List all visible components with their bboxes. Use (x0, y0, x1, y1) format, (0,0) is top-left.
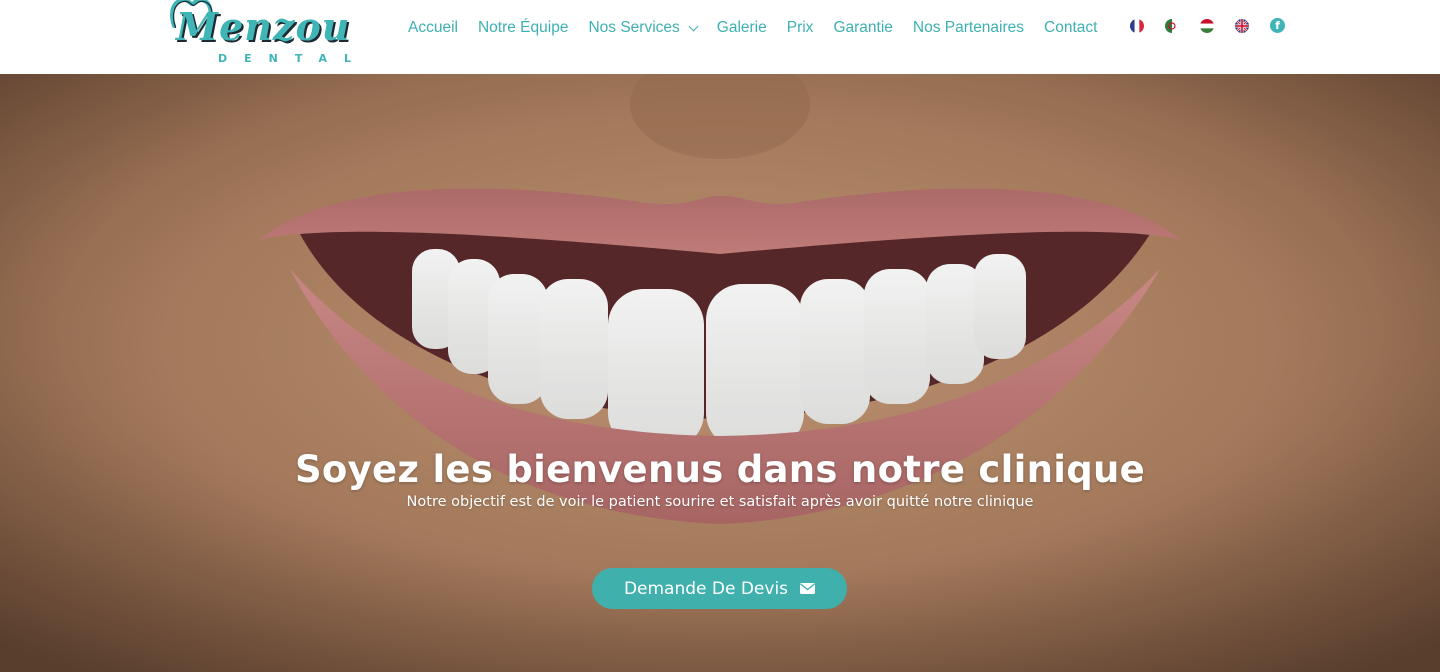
language-switcher: f (1130, 18, 1285, 33)
nav-item-contact[interactable]: Contact (1044, 19, 1097, 37)
envelope-icon (800, 583, 816, 594)
nav-item-label: Notre Équipe (477, 19, 569, 36)
logo-subtitle: DENTAL (218, 52, 369, 65)
nav-item-label: Nos Services (588, 19, 680, 36)
site-header: Menzou DENTAL Accueil Notre Équipe Nos S… (0, 0, 1440, 74)
logo[interactable]: Menzou DENTAL (158, 0, 363, 70)
nav-item-galerie[interactable]: Galerie (717, 19, 767, 37)
nav-item-accueil[interactable]: Accueil (408, 19, 458, 37)
hero-title: Soyez les bienvenus dans notre clinique (294, 447, 1146, 491)
hero-banner: Soyez les bienvenus dans notre clinique … (0, 74, 1440, 672)
facebook-icon[interactable]: f (1270, 18, 1285, 33)
nav-item-label: Garantie (833, 19, 893, 36)
quote-request-button[interactable]: Demande De Devis (592, 568, 847, 609)
france-flag-icon[interactable] (1130, 18, 1144, 33)
algeria-flag-icon[interactable] (1165, 18, 1179, 33)
nav-item-notre-equipe[interactable]: Notre Équipe (478, 19, 568, 37)
nav-item-nos-partenaires[interactable]: Nos Partenaires (913, 19, 1024, 37)
nav-item-nos-services[interactable]: Nos Services (588, 19, 699, 37)
nav-item-label: Galerie (716, 19, 767, 36)
main-nav: Accueil Notre Équipe Nos Services Galeri… (398, 16, 1107, 40)
quote-request-label: Demande De Devis (623, 578, 789, 599)
nav-item-label: Contact (1044, 19, 1098, 36)
logo-wordmark: Menzou (176, 4, 351, 49)
nav-item-label: Prix (786, 19, 814, 36)
nav-item-prix[interactable]: Prix (787, 19, 814, 37)
uk-flag-icon[interactable] (1235, 18, 1249, 33)
nav-item-label: Accueil (408, 19, 458, 36)
nav-item-garantie[interactable]: Garantie (833, 19, 892, 37)
chevron-down-icon (688, 21, 699, 31)
nav-item-label: Nos Partenaires (912, 19, 1025, 36)
hero-subtitle: Notre objectif est de voir le patient so… (406, 493, 1034, 510)
hungary-flag-icon[interactable] (1200, 18, 1214, 33)
